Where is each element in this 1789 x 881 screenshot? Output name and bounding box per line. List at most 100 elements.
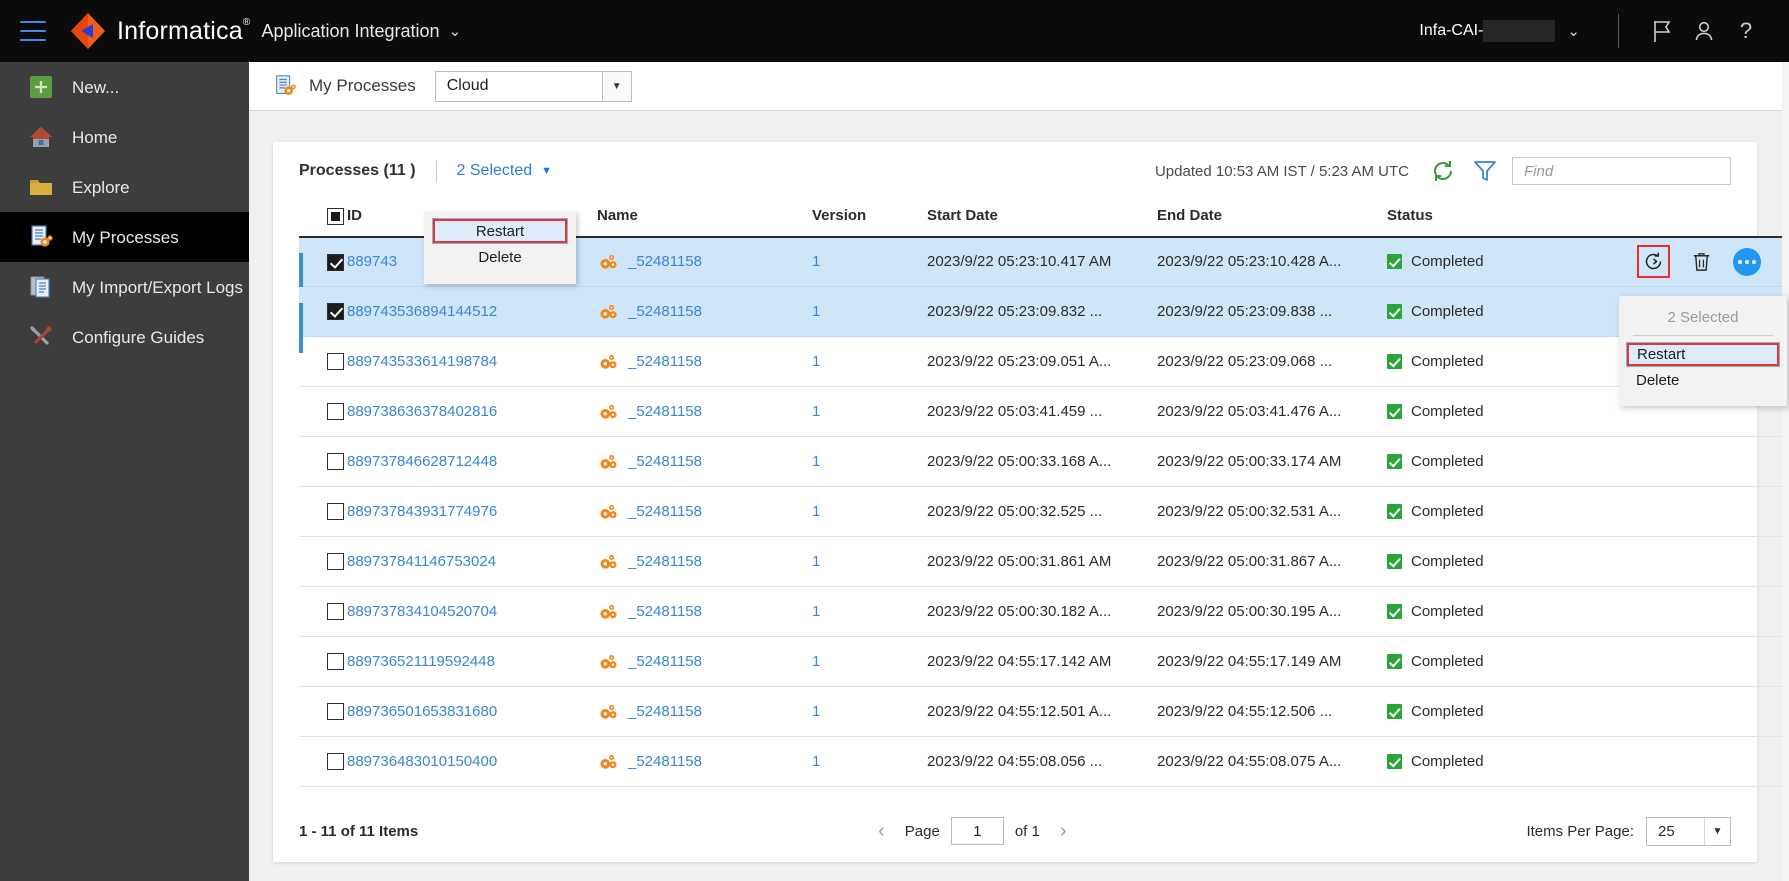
row-checkbox[interactable]	[327, 453, 344, 471]
help-icon[interactable]: ?	[1725, 10, 1767, 52]
column-header-version[interactable]: Version	[812, 200, 927, 238]
row-checkbox[interactable]	[327, 353, 344, 371]
column-header-start-date[interactable]: Start Date	[927, 200, 1157, 238]
delete-icon[interactable]	[1688, 248, 1715, 275]
restart-icon[interactable]	[1637, 245, 1670, 279]
page-number-input[interactable]: 1	[950, 817, 1004, 845]
process-name-link[interactable]: _52481158	[628, 603, 702, 620]
sidebar-item-new[interactable]: New...	[0, 62, 249, 112]
status-label: Completed	[1411, 453, 1484, 471]
table-row[interactable]: 889736483010150400 _52481158 1 2023/9/22…	[299, 736, 1789, 788]
sidebar-item-home[interactable]: Home	[0, 112, 249, 162]
process-name-link[interactable]: _52481158	[628, 553, 702, 570]
table-row[interactable]: 889736521119592448 _52481158 1 2023/9/22…	[299, 636, 1789, 688]
sidebar-item-explore[interactable]: Explore	[0, 162, 249, 212]
process-id-link[interactable]: 889736483010150400	[347, 753, 497, 770]
column-header-name[interactable]: Name	[597, 200, 812, 238]
table-row[interactable]: 889737846628712448 _52481158 1 2023/9/22…	[299, 436, 1789, 488]
items-per-page-select[interactable]: 25 ▼	[1646, 816, 1731, 846]
column-header-status[interactable]: Status	[1387, 200, 1637, 238]
row-checkbox[interactable]	[327, 753, 344, 771]
chevron-down-icon[interactable]: ▼	[1704, 817, 1730, 845]
row-checkbox[interactable]	[327, 603, 344, 621]
process-gear-icon	[597, 603, 619, 621]
app-name[interactable]: Application Integration	[261, 21, 439, 42]
process-name-link[interactable]: _52481158	[628, 303, 702, 320]
process-id-link[interactable]: 889738636378402816	[347, 403, 497, 420]
chevron-down-icon[interactable]: ⌄	[1567, 22, 1580, 40]
table-row[interactable]: 889743533614198784 _52481158 1 2023/9/22…	[299, 336, 1789, 388]
process-version-link[interactable]: 1	[812, 503, 820, 520]
cell-start-date: 2023/9/22 05:23:10.417 AM	[927, 236, 1157, 288]
row-checkbox[interactable]	[327, 653, 344, 671]
process-version-link[interactable]: 1	[812, 453, 820, 470]
org-selector[interactable]: Infa-CAI-	[1419, 20, 1556, 42]
process-version-link[interactable]: 1	[812, 553, 820, 570]
menu-item-delete[interactable]: Delete	[424, 244, 576, 271]
filter-icon[interactable]	[1470, 156, 1500, 186]
more-actions-icon[interactable]	[1733, 247, 1761, 276]
column-header-end-date[interactable]: End Date	[1157, 200, 1387, 238]
process-id-link[interactable]: 889743533614198784	[347, 353, 497, 370]
process-id-link[interactable]: 889737841146753024	[347, 553, 496, 570]
process-name-link[interactable]: _52481158	[628, 253, 702, 270]
process-id-link[interactable]: 889743536894144512	[347, 303, 497, 320]
sidebar-item-configure-guides[interactable]: Configure Guides	[0, 312, 249, 362]
process-version-link[interactable]: 1	[812, 253, 820, 270]
cell-version: 1	[812, 686, 927, 738]
process-version-link[interactable]: 1	[812, 703, 820, 720]
user-icon[interactable]	[1683, 10, 1725, 52]
process-version-link[interactable]: 1	[812, 603, 820, 620]
process-id-link[interactable]: 889737843931774976	[347, 503, 497, 520]
process-name-link[interactable]: _52481158	[628, 503, 702, 520]
row-menu-item-delete[interactable]: Delete	[1619, 367, 1787, 393]
search-input[interactable]: Find	[1512, 157, 1731, 185]
process-id-link[interactable]: 889743	[347, 253, 397, 270]
process-name-link[interactable]: _52481158	[628, 403, 702, 420]
process-id-link[interactable]: 889737834104520704	[347, 603, 497, 620]
next-page-button[interactable]: ›	[1060, 820, 1067, 843]
process-version-link[interactable]: 1	[812, 403, 820, 420]
sidebar-item-my-processes[interactable]: My Processes	[0, 212, 249, 262]
chevron-down-icon[interactable]: ⌄	[449, 24, 462, 39]
process-id-link[interactable]: 889736501653831680	[347, 703, 497, 720]
page-scrollbar[interactable]	[1782, 62, 1789, 881]
sidebar-item-import-export-logs[interactable]: My Import/Export Logs	[0, 262, 249, 312]
selected-dropdown-label[interactable]: 2 Selected	[457, 162, 533, 180]
row-checkbox[interactable]	[327, 303, 344, 321]
row-menu-item-restart[interactable]: Restart	[1626, 342, 1780, 367]
menu-item-restart[interactable]: Restart	[432, 218, 568, 244]
table-row[interactable]: 889738636378402816 _52481158 1 2023/9/22…	[299, 386, 1789, 438]
process-version-link[interactable]: 1	[812, 353, 820, 370]
process-version-link[interactable]: 1	[812, 753, 820, 770]
table-row[interactable]: 889736501653831680 _52481158 1 2023/9/22…	[299, 686, 1789, 738]
process-id-link[interactable]: 889737846628712448	[347, 453, 497, 470]
row-checkbox[interactable]	[327, 253, 344, 271]
select-all-checkbox[interactable]	[327, 207, 344, 225]
process-id-link[interactable]: 889736521119592448	[347, 653, 495, 670]
table-row[interactable]: 889737834104520704 _52481158 1 2023/9/22…	[299, 586, 1789, 638]
table-row[interactable]: 889737841146753024 _52481158 1 2023/9/22…	[299, 536, 1789, 588]
table-row[interactable]: 889737843931774976 _52481158 1 2023/9/22…	[299, 486, 1789, 538]
process-name-link[interactable]: _52481158	[628, 653, 702, 670]
items-range-label: 1 - 11 of 11 Items	[299, 822, 419, 840]
table-row[interactable]: 889743536894144512 _52481158 1 2023/9/22…	[299, 286, 1789, 353]
process-version-link[interactable]: 1	[812, 653, 820, 670]
refresh-icon[interactable]	[1428, 156, 1458, 186]
row-checkbox[interactable]	[327, 503, 344, 521]
chevron-down-icon[interactable]: ▼	[541, 165, 552, 177]
row-checkbox[interactable]	[327, 703, 344, 721]
hamburger-icon[interactable]	[20, 21, 46, 41]
chevron-down-icon[interactable]: ▼	[601, 71, 631, 101]
process-name-link[interactable]: _52481158	[628, 703, 702, 720]
prev-page-button[interactable]: ‹	[878, 820, 885, 843]
cloud-select[interactable]: Cloud ▼	[434, 70, 632, 102]
process-name-link[interactable]: _52481158	[628, 353, 702, 370]
process-name-link[interactable]: _52481158	[628, 453, 702, 470]
process-version-link[interactable]: 1	[812, 303, 820, 320]
row-select-cell	[299, 486, 347, 538]
row-checkbox[interactable]	[327, 403, 344, 421]
flag-icon[interactable]	[1641, 10, 1683, 52]
process-name-link[interactable]: _52481158	[628, 753, 702, 770]
row-checkbox[interactable]	[327, 553, 344, 571]
